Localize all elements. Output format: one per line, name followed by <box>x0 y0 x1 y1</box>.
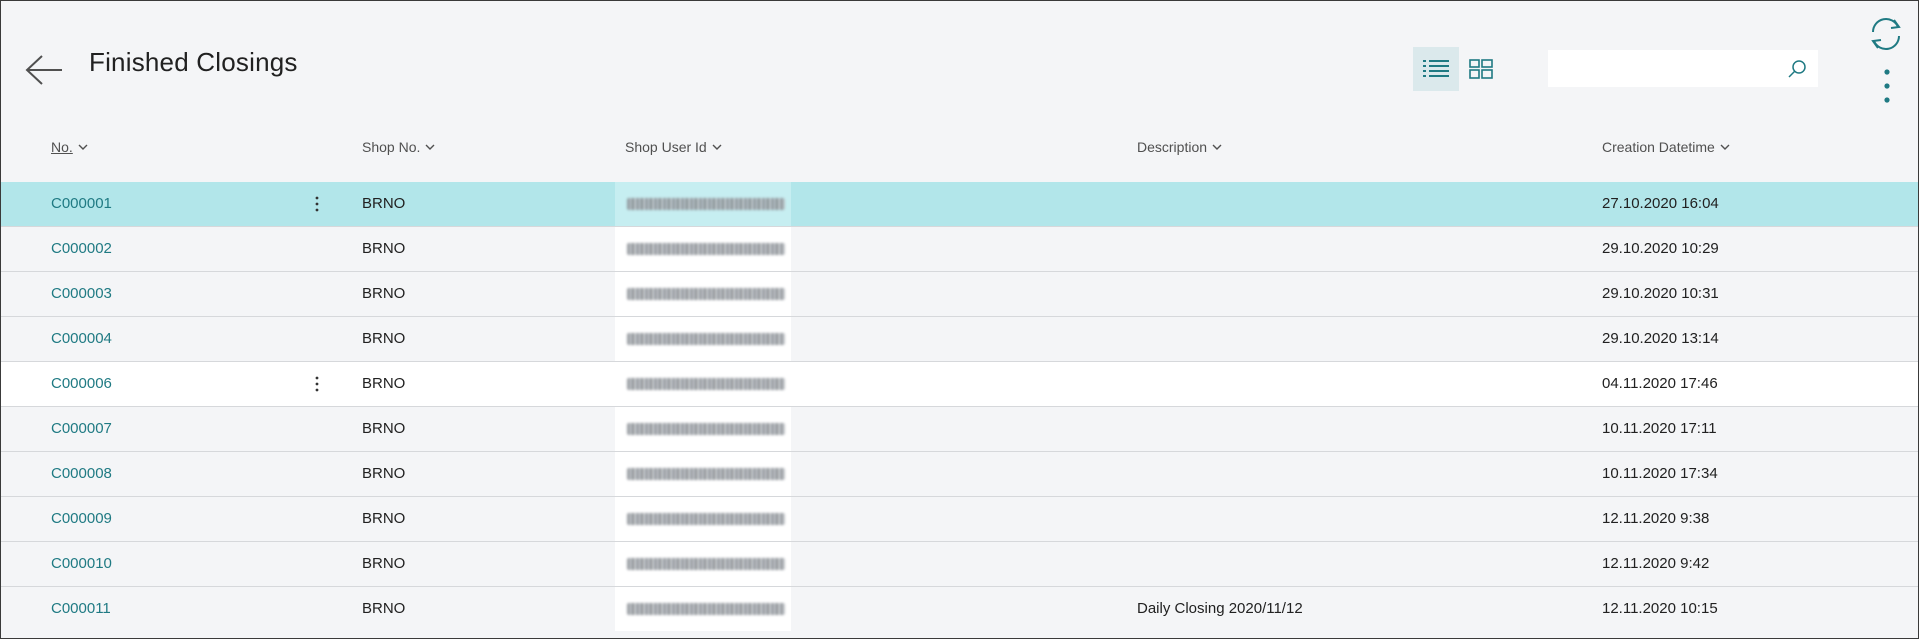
column-header-shop-user-id[interactable]: Shop User Id <box>625 139 722 155</box>
creation-datetime-cell: 12.11.2020 9:42 <box>1602 555 1710 572</box>
more-vertical-icon <box>1884 69 1890 103</box>
column-header-no[interactable]: No. <box>51 139 88 155</box>
no-link[interactable]: C000008 <box>51 452 112 496</box>
no-link[interactable]: C000003 <box>51 272 112 316</box>
table-row[interactable]: C000003 BRNO 29.10.2020 10:31 <box>1 272 1918 317</box>
table-row[interactable]: C000010 BRNO 12.11.2020 9:42 <box>1 542 1918 587</box>
table-row[interactable]: C000004 BRNO 29.10.2020 13:14 <box>1 317 1918 362</box>
shop-no-cell: BRNO <box>362 195 406 212</box>
tile-view-icon <box>1469 59 1493 79</box>
redacted-text <box>627 378 785 390</box>
shop-user-id-cell <box>615 182 791 226</box>
table-row[interactable]: C000011 BRNO Daily Closing 2020/11/12 12… <box>1 587 1918 632</box>
redacted-text <box>627 513 785 525</box>
page-title: Finished Closings <box>89 47 298 77</box>
shop-no-cell: BRNO <box>362 510 406 527</box>
redacted-text <box>627 558 785 570</box>
column-header-creation-datetime[interactable]: Creation Datetime <box>1602 139 1730 155</box>
shop-user-id-cell <box>615 542 791 586</box>
creation-datetime-cell: 27.10.2020 16:04 <box>1602 195 1719 212</box>
shop-user-id-cell <box>615 497 791 541</box>
redacted-text <box>627 288 785 300</box>
no-link[interactable]: C000006 <box>51 362 112 406</box>
column-header-label: Shop User Id <box>625 139 707 155</box>
more-options-button[interactable] <box>1871 65 1903 107</box>
table-row[interactable]: C000008 BRNO 10.11.2020 17:34 <box>1 452 1918 497</box>
refresh-icon <box>1871 18 1901 50</box>
column-header-description[interactable]: Description <box>1137 139 1222 155</box>
description-cell: Daily Closing 2020/11/12 <box>1137 600 1303 617</box>
no-link[interactable]: C000004 <box>51 317 112 361</box>
column-header-label: No. <box>51 139 73 155</box>
creation-datetime-cell: 29.10.2020 10:31 <box>1602 285 1719 302</box>
shop-no-cell: BRNO <box>362 465 406 482</box>
row-menu-button[interactable] <box>301 182 333 226</box>
redacted-text <box>627 468 785 480</box>
arrow-left-icon <box>25 55 62 85</box>
tile-view-button[interactable] <box>1459 47 1503 91</box>
creation-datetime-cell: 10.11.2020 17:11 <box>1602 420 1717 437</box>
table-row[interactable]: C000002 BRNO 29.10.2020 10:29 <box>1 227 1918 272</box>
list-view-icon <box>1423 60 1449 77</box>
finished-closings-page: Finished Closings No. Shop No. Shop User… <box>0 0 1919 639</box>
more-vertical-icon <box>315 196 319 212</box>
shop-no-cell: BRNO <box>362 240 406 257</box>
column-header-label: Description <box>1137 139 1208 155</box>
redacted-text <box>627 603 785 615</box>
chevron-down-icon <box>712 144 722 150</box>
chevron-down-icon <box>78 144 88 150</box>
search-icon[interactable] <box>1786 58 1808 80</box>
creation-datetime-cell: 10.11.2020 17:34 <box>1602 465 1718 482</box>
creation-datetime-cell: 12.11.2020 9:38 <box>1602 510 1710 527</box>
closings-grid: C000001 BRNO 27.10.2020 16:04 C000002 BR… <box>1 182 1918 632</box>
chevron-down-icon <box>1720 144 1730 150</box>
shop-user-id-cell <box>615 362 791 406</box>
shop-no-cell: BRNO <box>362 600 406 617</box>
more-vertical-icon <box>315 376 319 392</box>
no-link[interactable]: C000002 <box>51 227 112 271</box>
creation-datetime-cell: 29.10.2020 10:29 <box>1602 240 1719 257</box>
no-link[interactable]: C000001 <box>51 182 112 226</box>
refresh-button[interactable] <box>1865 13 1907 55</box>
chevron-down-icon <box>425 144 435 150</box>
back-button[interactable] <box>23 49 65 91</box>
shop-user-id-cell <box>615 407 791 451</box>
redacted-text <box>627 198 785 210</box>
redacted-text <box>627 423 785 435</box>
search-box <box>1548 50 1818 87</box>
shop-user-id-cell <box>615 227 791 271</box>
no-link[interactable]: C000009 <box>51 497 112 541</box>
chevron-down-icon <box>1212 144 1222 150</box>
creation-datetime-cell: 29.10.2020 13:14 <box>1602 330 1719 347</box>
table-row[interactable]: C000009 BRNO 12.11.2020 9:38 <box>1 497 1918 542</box>
table-row[interactable]: C000001 BRNO 27.10.2020 16:04 <box>1 182 1918 227</box>
search-input[interactable] <box>1548 50 1773 87</box>
redacted-text <box>627 333 785 345</box>
shop-no-cell: BRNO <box>362 555 406 572</box>
shop-no-cell: BRNO <box>362 285 406 302</box>
column-header-shop-no[interactable]: Shop No. <box>362 139 435 155</box>
creation-datetime-cell: 04.11.2020 17:46 <box>1602 375 1718 392</box>
table-row[interactable]: C000007 BRNO 10.11.2020 17:11 <box>1 407 1918 452</box>
no-link[interactable]: C000010 <box>51 542 112 586</box>
shop-no-cell: BRNO <box>362 420 406 437</box>
shop-user-id-cell <box>615 272 791 316</box>
shop-no-cell: BRNO <box>362 375 406 392</box>
table-row[interactable]: C000006 BRNO 04.11.2020 17:46 <box>1 362 1918 407</box>
shop-user-id-cell <box>615 587 791 631</box>
redacted-text <box>627 243 785 255</box>
shop-no-cell: BRNO <box>362 330 406 347</box>
creation-datetime-cell: 12.11.2020 10:15 <box>1602 600 1718 617</box>
no-link[interactable]: C000011 <box>51 587 111 631</box>
column-header-label: Shop No. <box>362 139 421 155</box>
column-header-label: Creation Datetime <box>1602 139 1715 155</box>
shop-user-id-cell <box>615 452 791 496</box>
no-link[interactable]: C000007 <box>51 407 112 451</box>
shop-user-id-cell <box>615 317 791 361</box>
row-menu-button[interactable] <box>301 362 333 406</box>
list-view-button[interactable] <box>1413 47 1459 91</box>
